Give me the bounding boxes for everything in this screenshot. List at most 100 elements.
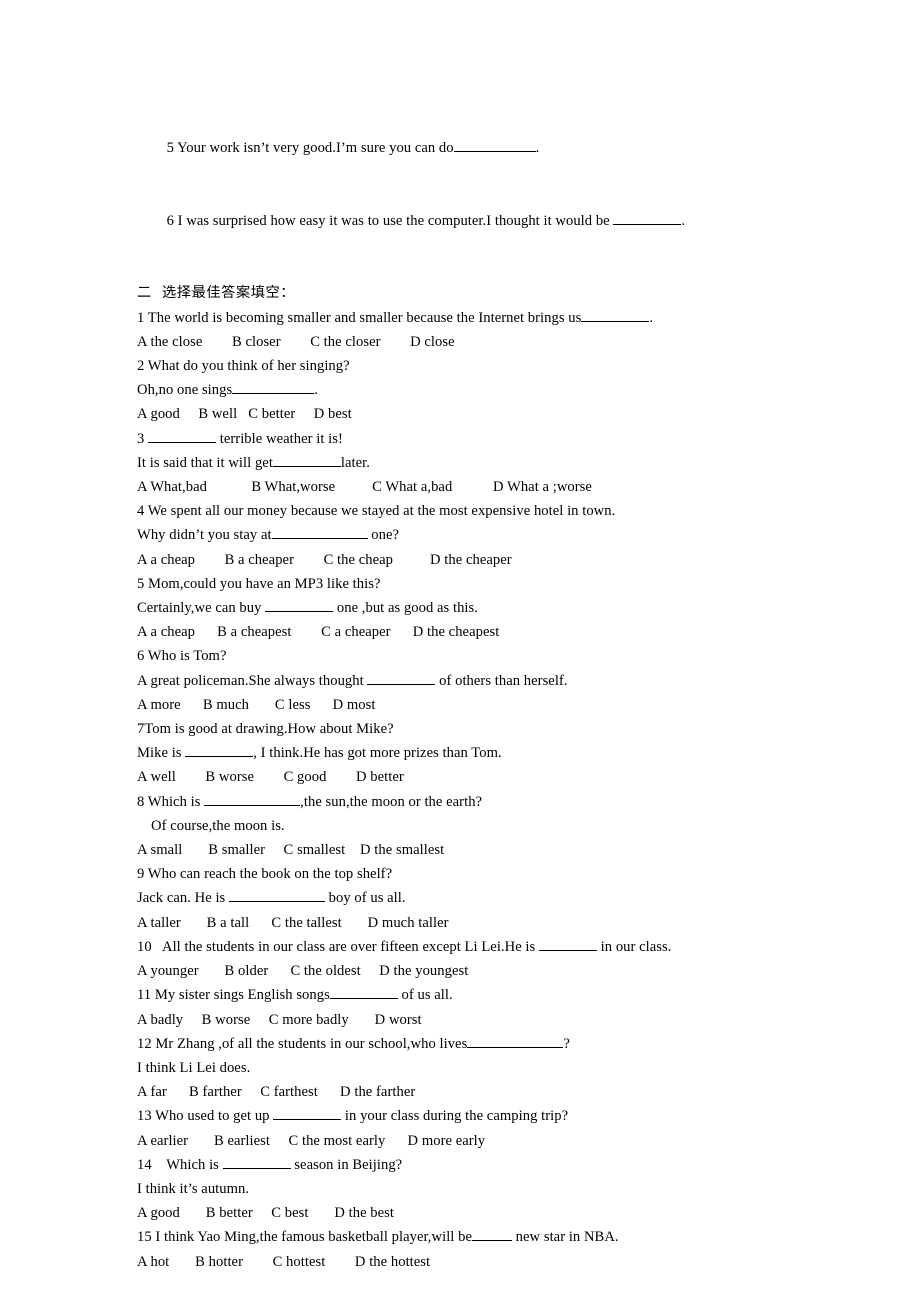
question-item: 7Tom is good at drawing.How about Mike? … (137, 717, 877, 790)
question-options[interactable]: A good B well C better D best (137, 402, 877, 426)
fill-in-blank[interactable] (467, 1033, 564, 1048)
stem-text-post: ? (563, 1035, 570, 1052)
question-stem: 6 Who is Tom? (137, 648, 227, 665)
question-stem: 12 Mr Zhang ,of all the students in our … (137, 1032, 877, 1056)
question-item: 5 Mom,could you have an MP3 like this? C… (137, 572, 877, 645)
section-heading: 二 选择最佳答案填空： (137, 285, 296, 302)
carryover-text-pre: 5 Your work isn’t very good.I’m sure you… (166, 140, 454, 157)
extra-text-pre: Mike is (137, 745, 186, 762)
question-item: 6 Who is Tom? A great policeman.She alwa… (137, 644, 877, 717)
question-item: 3 terrible weather it is! It is said tha… (137, 427, 877, 500)
question-options[interactable]: A more B much C less D most (137, 693, 877, 717)
question-stem: 8 Which is ,the sun,the moon or the eart… (137, 790, 877, 814)
question-item: 12 Mr Zhang ,of all the students in our … (137, 1032, 877, 1105)
question-options[interactable]: A earlier B earliest C the most early D … (137, 1129, 877, 1153)
fill-in-blank[interactable] (453, 138, 536, 153)
extra-text-post: of others than herself. (435, 672, 568, 689)
fill-in-blank[interactable] (613, 210, 682, 225)
stem-text-pre: 10 All the students in our class are ove… (137, 938, 539, 955)
question-stem-extra: It is said that it will get later. (137, 451, 877, 475)
stem-text-pre: 14 Which is (137, 1156, 223, 1173)
question-stem: 5 Mom,could you have an MP3 like this? (137, 575, 381, 592)
fill-in-blank[interactable] (273, 1106, 342, 1121)
fill-in-blank[interactable] (228, 888, 325, 903)
stem-text-pre: 1 The world is becoming smaller and smal… (137, 309, 582, 326)
question-stem: 4 We spent all our money because we stay… (137, 503, 616, 520)
stem-text-pre: 11 My sister sings English songs (137, 987, 330, 1004)
question-stem: 11 My sister sings English songs of us a… (137, 983, 877, 1007)
question-item: 1 The world is becoming smaller and smal… (137, 306, 877, 354)
question-stem: 3 terrible weather it is! (137, 427, 877, 451)
question-options[interactable]: A hot B hotter C hottest D the hottest (137, 1250, 877, 1274)
question-options[interactable]: A far B farther C farthest D the farther (137, 1080, 877, 1104)
carryover-text-post: . (681, 212, 686, 229)
fill-in-blank[interactable] (538, 936, 597, 951)
stem-text-post: ,the sun,the moon or the earth? (300, 793, 483, 810)
question-list: 1 The world is becoming smaller and smal… (137, 306, 877, 1274)
question-options[interactable]: A the close B closer C the closer D clos… (137, 330, 877, 354)
stem-text-post: of us all. (397, 987, 453, 1004)
extra-text-post: one? (367, 527, 400, 544)
question-stem: 1 The world is becoming smaller and smal… (137, 306, 877, 330)
fill-in-blank[interactable] (272, 452, 341, 467)
fill-in-blank[interactable] (222, 1154, 291, 1169)
carryover-text-pre: 6 I was surprised how easy it was to use… (166, 212, 614, 229)
question-stem: 7Tom is good at drawing.How about Mike? (137, 721, 394, 738)
question-options[interactable]: A good B better C best D the best (137, 1201, 877, 1225)
stem-text-pre: 13 Who used to get up (137, 1108, 274, 1125)
fill-in-blank[interactable] (471, 1227, 512, 1242)
question-options[interactable]: A What,bad B What,worse C What a,bad D W… (137, 475, 877, 499)
question-stem-extra: Mike is , I think.He has got more prizes… (137, 741, 877, 765)
question-stem: 2 What do you think of her singing? (137, 358, 350, 375)
extra-text-pre: Oh,no one sings (137, 382, 233, 399)
stem-text-post: season in Beijing? (290, 1156, 403, 1173)
stem-text-post: terrible weather it is! (216, 430, 343, 447)
extra-text-pre: Certainly,we can buy (137, 600, 266, 617)
fill-in-blank[interactable] (265, 598, 334, 613)
question-item: 14 Which is season in Beijing? I think i… (137, 1153, 877, 1226)
fill-in-blank[interactable] (367, 670, 436, 685)
question-stem: 15 I think Yao Ming,the famous basketbal… (137, 1225, 877, 1249)
question-stem-extra: Of course,the moon is. (151, 817, 285, 834)
extra-text-pre: A great policeman.She always thought (137, 672, 368, 689)
document-body: 5 Your work isn’t very good.I’m sure you… (137, 112, 877, 1274)
question-stem: 9 Who can reach the book on the top shel… (137, 866, 393, 883)
question-options[interactable]: A small B smaller C smallest D the small… (137, 838, 877, 862)
question-options[interactable]: A younger B older C the oldest D the you… (137, 959, 877, 983)
extra-text-post: , I think.He has got more prizes than To… (253, 745, 502, 762)
fill-in-blank[interactable] (329, 985, 398, 1000)
question-item: 15 I think Yao Ming,the famous basketbal… (137, 1225, 877, 1273)
carryover-text-post: . (535, 140, 540, 157)
question-stem-extra: Jack can. He is boy of us all. (137, 886, 877, 910)
extra-text-post: one ,but as good as this. (333, 600, 478, 617)
question-stem-extra: Certainly,we can buy one ,but as good as… (137, 596, 877, 620)
fill-in-blank[interactable] (148, 428, 217, 443)
question-item: 9 Who can reach the book on the top shel… (137, 862, 877, 935)
question-options[interactable]: A a cheap B a cheapest C a cheaper D the… (137, 620, 877, 644)
extra-text-pre: Why didn’t you stay at (137, 527, 272, 544)
question-options[interactable]: A well B worse C good D better (137, 765, 877, 789)
question-stem-extra: Why didn’t you stay at one? (137, 523, 877, 547)
question-options[interactable]: A taller B a tall C the tallest D much t… (137, 911, 877, 935)
fill-in-blank[interactable] (204, 791, 301, 806)
stem-text-pre: 3 (137, 430, 149, 447)
question-stem: 10 All the students in our class are ove… (137, 935, 877, 959)
fill-in-blank[interactable] (271, 525, 368, 540)
question-item: 13 Who used to get up in your class duri… (137, 1104, 877, 1152)
fill-in-blank[interactable] (232, 380, 315, 395)
stem-text-post: in our class. (596, 938, 672, 955)
extra-text-pre: It is said that it will get (137, 454, 273, 471)
question-stem-extra: Oh,no one sings. (137, 378, 877, 402)
question-item: 8 Which is ,the sun,the moon or the eart… (137, 790, 877, 863)
question-stem-extra: I think it’s autumn. (137, 1180, 250, 1197)
fill-in-blank[interactable] (185, 743, 254, 758)
stem-text-pre: 12 Mr Zhang ,of all the students in our … (137, 1035, 468, 1052)
fill-in-blank[interactable] (581, 307, 650, 322)
document-page: 5 Your work isn’t very good.I’m sure you… (0, 0, 920, 1302)
carryover-item-group: 5 Your work isn’t very good.I’m sure you… (137, 112, 877, 257)
question-options[interactable]: A badly B worse C more badly D worst (137, 1008, 877, 1032)
question-item: 4 We spent all our money because we stay… (137, 499, 877, 572)
extra-text-post: later. (340, 454, 370, 471)
question-options[interactable]: A a cheap B a cheaper C the cheap D the … (137, 548, 877, 572)
